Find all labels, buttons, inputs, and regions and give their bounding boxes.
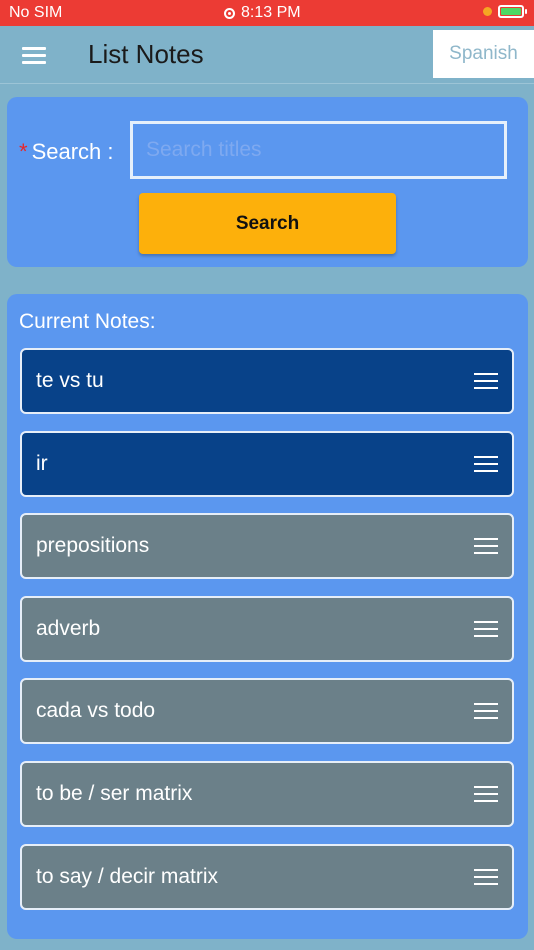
note-item-to-be-ser-matrix[interactable]: to be / ser matrix xyxy=(20,761,514,827)
note-item-to-say-decir-matrix[interactable]: to say / decir matrix xyxy=(20,844,514,910)
drag-handle-icon[interactable] xyxy=(474,456,498,472)
required-marker: * xyxy=(19,139,28,164)
drag-handle-icon[interactable] xyxy=(474,786,498,802)
drag-handle-icon[interactable] xyxy=(474,373,498,389)
location-icon xyxy=(224,7,235,19)
notes-panel: Current Notes: te vs tu ir prepositions … xyxy=(7,294,528,939)
notes-heading: Current Notes: xyxy=(19,310,156,333)
note-item-prepositions[interactable]: prepositions xyxy=(20,513,514,579)
note-item-ir[interactable]: ir xyxy=(20,431,514,497)
note-title: adverb xyxy=(36,617,101,640)
carrier-label: No SIM xyxy=(9,4,63,21)
hamburger-menu-icon[interactable] xyxy=(22,47,46,64)
note-title: cada vs todo xyxy=(36,699,156,722)
search-button[interactable]: Search xyxy=(139,193,396,254)
battery-charging-icon xyxy=(498,5,527,18)
status-bar: No SIM 8:13 PM xyxy=(0,0,534,26)
drag-handle-icon[interactable] xyxy=(474,621,498,637)
search-panel: * Search : Search xyxy=(7,97,528,267)
drag-handle-icon[interactable] xyxy=(474,538,498,554)
app-header: List Notes Spanish xyxy=(0,26,534,84)
note-title: to say / decir matrix xyxy=(36,865,219,888)
search-input[interactable] xyxy=(130,121,507,179)
note-title: te vs tu xyxy=(36,369,104,392)
note-item-te-vs-tu[interactable]: te vs tu xyxy=(20,348,514,414)
note-title: ir xyxy=(36,452,48,475)
page-title: List Notes xyxy=(88,39,204,69)
search-label-text: Search : xyxy=(31,139,114,164)
drag-handle-icon[interactable] xyxy=(474,703,498,719)
note-title: prepositions xyxy=(36,534,150,557)
search-label: * Search : xyxy=(19,139,114,165)
orange-dot-icon xyxy=(483,7,492,16)
status-indicators xyxy=(483,5,527,18)
language-button[interactable]: Spanish xyxy=(433,30,534,78)
note-title: to be / ser matrix xyxy=(36,782,193,805)
status-time-group: 8:13 PM xyxy=(224,4,301,22)
note-item-cada-vs-todo[interactable]: cada vs todo xyxy=(20,678,514,744)
status-time: 8:13 PM xyxy=(241,4,301,21)
drag-handle-icon[interactable] xyxy=(474,869,498,885)
note-item-adverb[interactable]: adverb xyxy=(20,596,514,662)
